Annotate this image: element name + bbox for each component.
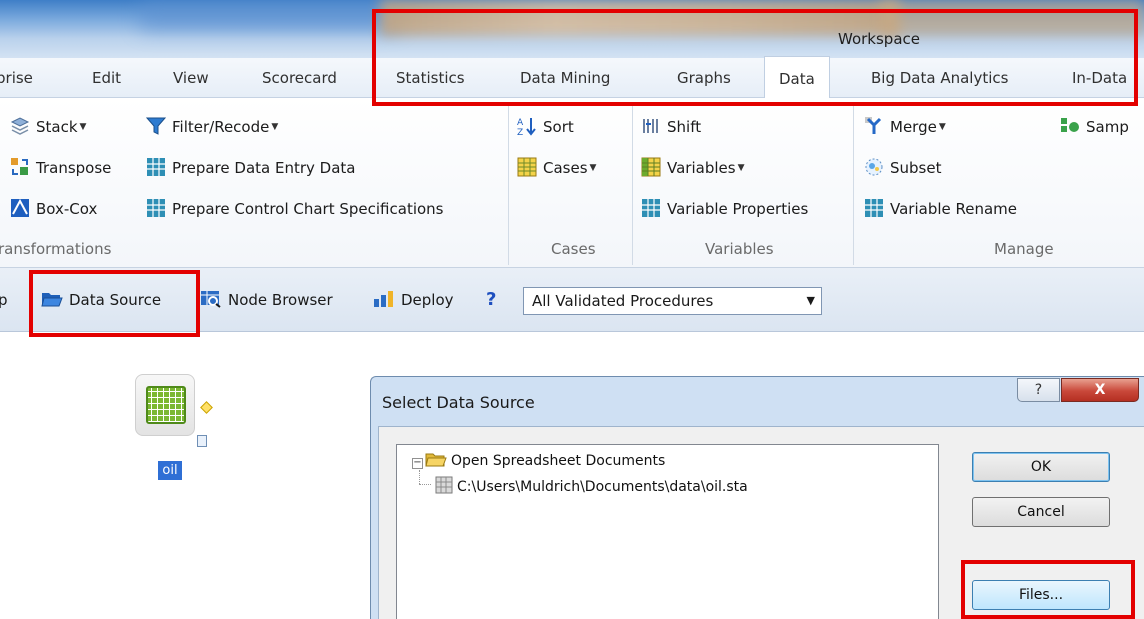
highlight-box-data-source	[29, 270, 200, 337]
node-browser-button[interactable]: Node Browser	[200, 286, 333, 314]
spreadsheet-icon	[147, 158, 165, 176]
ok-button[interactable]: OK	[972, 452, 1110, 482]
app-window: Workspace prise Edit View Scorecard Stat…	[0, 0, 1144, 619]
toolbar-edge-label: p	[0, 291, 8, 309]
title-bar-blur	[140, 0, 400, 30]
spreadsheet-icon	[642, 199, 660, 217]
tab-enterprise[interactable]: prise	[0, 58, 33, 98]
data-source-node[interactable]	[135, 374, 195, 436]
group-label-transformations: ransformations	[0, 240, 112, 258]
deploy-icon	[374, 291, 393, 307]
tab-view[interactable]: View	[173, 58, 209, 98]
group-label-manage: Manage	[994, 240, 1054, 258]
dialog-close-button[interactable]: X	[1061, 378, 1139, 402]
variables-button[interactable]: Variables ▼	[641, 153, 744, 183]
sample-icon	[1061, 118, 1079, 132]
tree-node-open-spreadsheets[interactable]: − Open Spreadsheet Documents	[412, 452, 665, 469]
cases-grid-icon	[517, 157, 537, 177]
filter-icon	[146, 117, 166, 135]
dialog-title: Select Data Source	[382, 393, 535, 412]
cases-button[interactable]: Cases ▼	[517, 153, 596, 183]
procedures-dropdown-value: All Validated Procedures	[532, 292, 714, 310]
help-question-icon[interactable]: ?	[486, 286, 496, 314]
tree-connector	[419, 484, 431, 485]
subset-button[interactable]: Subset	[864, 153, 941, 183]
merge-icon	[865, 117, 882, 134]
procedures-dropdown[interactable]: All Validated Procedures ▼	[523, 287, 822, 315]
tab-scorecard[interactable]: Scorecard	[262, 58, 337, 98]
tree-connector	[419, 470, 420, 484]
sort-button[interactable]: A Z Sort	[517, 112, 574, 142]
highlight-box-tabs	[372, 9, 1138, 106]
stack-icon	[10, 117, 30, 135]
node-browser-icon	[201, 291, 221, 308]
group-label-cases: Cases	[551, 240, 596, 258]
group-separator	[853, 105, 854, 265]
transpose-icon	[11, 158, 28, 175]
shift-button[interactable]: Shift	[641, 112, 701, 142]
data-source-tree[interactable]	[396, 444, 939, 619]
group-label-variables: Variables	[705, 240, 774, 258]
variable-properties-button[interactable]: Variable Properties	[641, 194, 808, 224]
spreadsheet-icon	[865, 199, 883, 217]
variables-grid-icon	[641, 157, 661, 177]
filter-recode-button[interactable]: Filter/Recode ▼	[146, 112, 278, 142]
chevron-down-icon[interactable]: ▼	[807, 288, 815, 314]
group-separator	[632, 105, 633, 265]
folder-icon	[425, 453, 447, 467]
sort-icon: AZ	[517, 118, 536, 136]
spreadsheet-icon	[147, 199, 165, 217]
prepare-control-chart-button[interactable]: Prepare Control Chart Specifications	[146, 194, 444, 224]
highlight-box-files	[961, 560, 1135, 619]
sample-button[interactable]: Samp	[1060, 112, 1129, 142]
variable-rename-button[interactable]: Variable Rename	[864, 194, 1017, 224]
merge-button[interactable]: Merge ▼	[864, 112, 946, 142]
group-separator	[508, 105, 509, 265]
box-cox-icon	[11, 198, 29, 217]
stack-button[interactable]: Stack ▼	[10, 112, 86, 142]
svg-text:Z: Z	[517, 128, 523, 136]
spreadsheet-node-icon	[146, 386, 186, 424]
dialog-help-button[interactable]: ?	[1017, 378, 1060, 402]
node-document-icon	[197, 435, 207, 447]
tab-edit[interactable]: Edit	[92, 58, 121, 98]
prepare-data-entry-button[interactable]: Prepare Data Entry Data	[146, 153, 355, 183]
deploy-button[interactable]: Deploy	[373, 286, 454, 314]
node-label[interactable]: oil	[158, 461, 182, 480]
tree-node-oil-sta[interactable]: C:\Users\Muldrich\Documents\data\oil.sta	[435, 476, 748, 495]
spreadsheet-file-icon	[435, 476, 453, 494]
transpose-button[interactable]: Transpose	[10, 153, 111, 183]
box-cox-button[interactable]: Box-Cox	[10, 194, 97, 224]
svg-text:A: A	[517, 118, 524, 128]
cancel-button[interactable]: Cancel	[972, 497, 1110, 527]
collapse-icon[interactable]: −	[412, 458, 423, 469]
shift-icon	[643, 119, 658, 133]
subset-icon	[865, 158, 883, 176]
